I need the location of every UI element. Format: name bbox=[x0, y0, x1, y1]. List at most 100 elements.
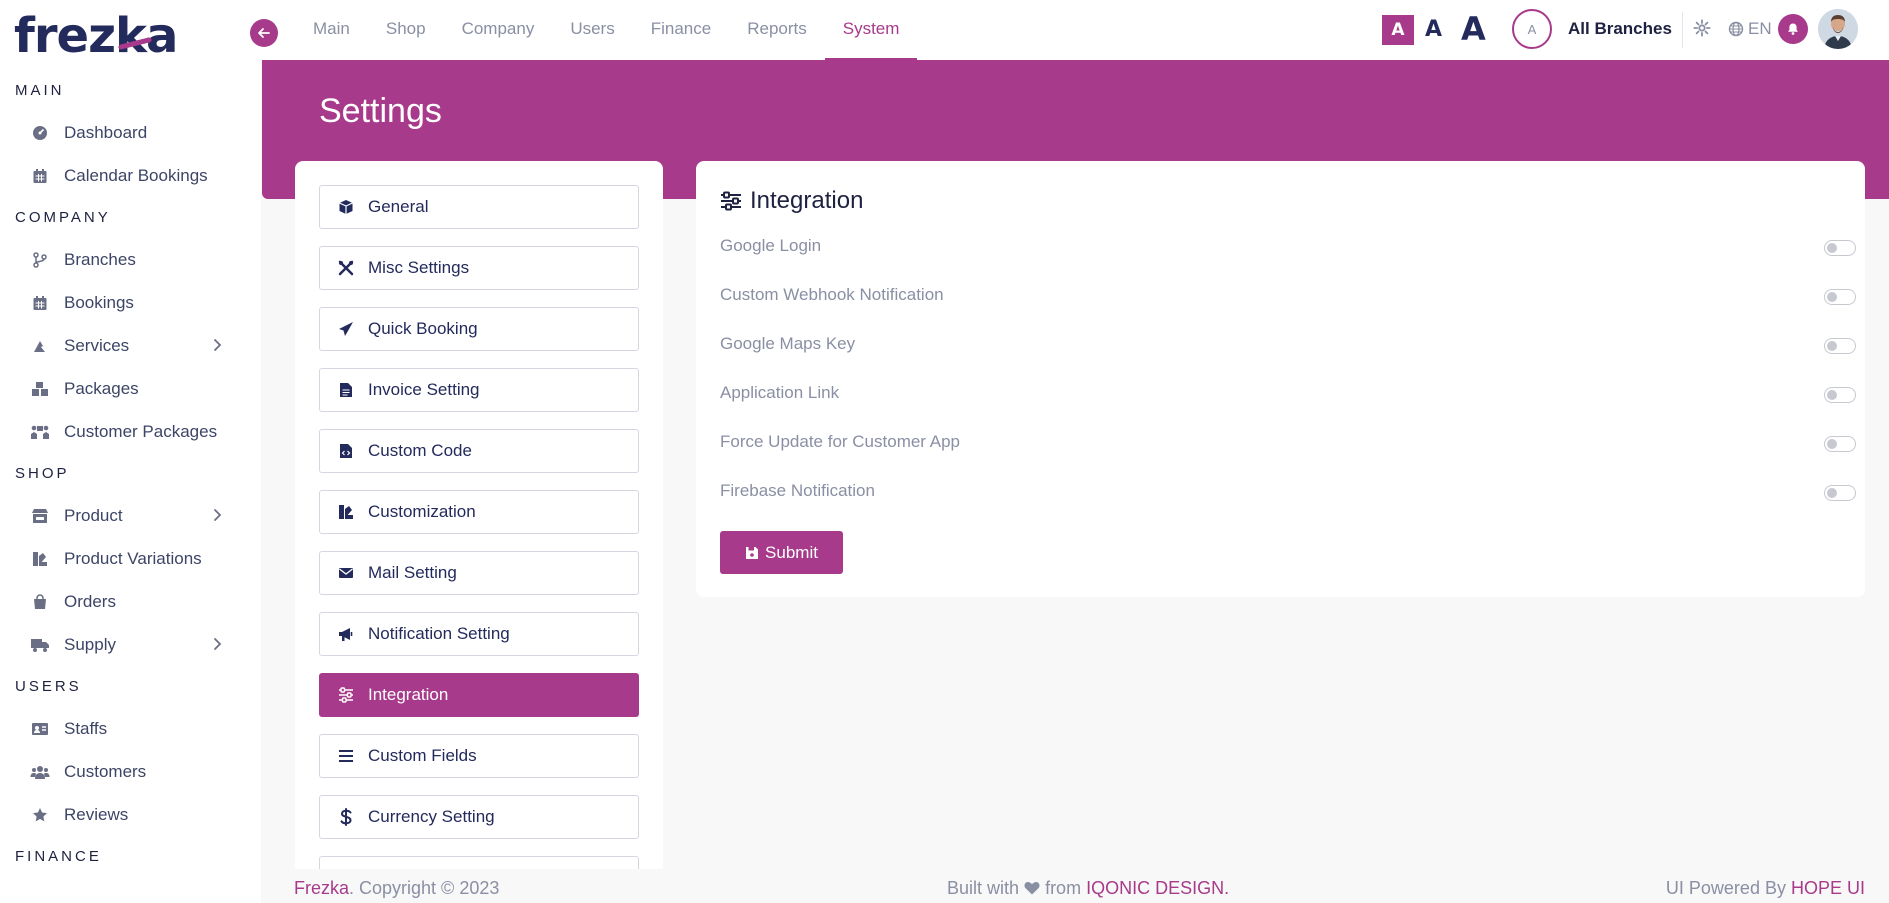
toggle-switch[interactable] bbox=[1824, 240, 1856, 256]
globe-icon bbox=[1728, 21, 1744, 37]
integration-row-google-login: Google Login bbox=[720, 232, 1856, 262]
toggle-switch[interactable] bbox=[1824, 338, 1856, 354]
footer: Frezka. Copyright © 2023 Built with from… bbox=[262, 869, 1889, 903]
packages-icon bbox=[30, 379, 50, 399]
settings-menu-invoice-setting[interactable]: Invoice Setting bbox=[319, 368, 639, 412]
notifications-button[interactable] bbox=[1778, 14, 1808, 44]
top-nav: Main Shop Company Users Finance Reports System bbox=[295, 0, 918, 60]
user-avatar[interactable] bbox=[1818, 9, 1858, 49]
tab-company[interactable]: Company bbox=[444, 0, 553, 60]
font-size-medium-button[interactable]: A bbox=[1425, 15, 1442, 45]
sidebar-section-users: USERS bbox=[15, 678, 82, 695]
settings-menu-label: Custom Fields bbox=[368, 746, 477, 765]
sidebar-item-label: Bookings bbox=[64, 292, 134, 312]
star-icon bbox=[30, 805, 50, 825]
sidebar-item-orders[interactable]: Orders bbox=[0, 580, 261, 623]
sidebar-item-calendar-bookings[interactable]: Calendar Bookings bbox=[0, 154, 261, 197]
calendar-icon bbox=[30, 293, 50, 313]
settings-menu-general[interactable]: General bbox=[319, 185, 639, 229]
tab-reports[interactable]: Reports bbox=[729, 0, 825, 60]
settings-menu-label: Custom Code bbox=[368, 441, 472, 460]
settings-menu-customization[interactable]: Customization bbox=[319, 490, 639, 534]
sidebar-item-label: Packages bbox=[64, 378, 139, 398]
sidebar-item-label: Calendar Bookings bbox=[64, 165, 208, 185]
integration-label: Application Link bbox=[720, 383, 840, 402]
sidebar-item-label: Staffs bbox=[64, 718, 108, 738]
list-icon bbox=[336, 746, 356, 766]
settings-menu-integration[interactable]: Integration bbox=[319, 673, 639, 717]
frezka-logo[interactable]: frezka bbox=[14, 8, 178, 64]
sidebar: frezka MAIN Dashboard Calendar Bookings COM… bbox=[0, 0, 261, 903]
users-icon bbox=[30, 762, 50, 782]
heart-icon bbox=[1024, 882, 1040, 895]
toggle-switch[interactable] bbox=[1824, 289, 1856, 305]
settings-menu-label: Misc Settings bbox=[368, 258, 470, 277]
integration-label: Custom Webhook Notification bbox=[720, 285, 944, 304]
integration-card: Integration Google Login Custom Webhook N… bbox=[696, 161, 1865, 597]
tools-icon bbox=[336, 258, 356, 278]
settings-menu-notification-setting[interactable]: Notification Setting bbox=[319, 612, 639, 656]
footer-brand-link[interactable]: Frezka bbox=[294, 878, 349, 898]
tab-shop[interactable]: Shop bbox=[368, 0, 444, 60]
tab-system[interactable]: System bbox=[824, 0, 918, 60]
sidebar-item-product[interactable]: Product bbox=[0, 494, 261, 537]
topbar: Main Shop Company Users Finance Reports System… bbox=[250, 0, 1889, 60]
submit-button[interactable]: Submit bbox=[720, 531, 843, 574]
sidebar-item-branches[interactable]: Branches bbox=[0, 238, 261, 281]
settings-gear-button[interactable] bbox=[1693, 19, 1711, 42]
integration-label: Force Update for Customer App bbox=[720, 432, 961, 451]
branch-avatar[interactable]: A bbox=[1512, 9, 1552, 49]
divider bbox=[1682, 12, 1683, 48]
customization-icon bbox=[336, 502, 356, 522]
branch-icon bbox=[30, 250, 50, 270]
sidebar-item-label: Branches bbox=[64, 249, 136, 269]
branch-selector[interactable]: All Branches bbox=[1568, 19, 1672, 39]
settings-menu-label: Invoice Setting bbox=[368, 380, 480, 399]
settings-menu: General Misc Settings Quick Booking Invoice… bbox=[295, 161, 663, 903]
sidebar-section-shop: SHOP bbox=[15, 465, 70, 482]
sidebar-item-label: Dashboard bbox=[64, 122, 148, 142]
sidebar-item-supply[interactable]: Supply bbox=[0, 623, 261, 666]
sidebar-item-staffs[interactable]: Staffs bbox=[0, 707, 261, 750]
settings-menu-misc-settings[interactable]: Misc Settings bbox=[319, 246, 639, 290]
chevron-right-icon bbox=[213, 337, 223, 357]
settings-menu-quick-booking[interactable]: Quick Booking bbox=[319, 307, 639, 351]
sidebar-item-services[interactable]: Services bbox=[0, 324, 261, 367]
gear-icon bbox=[1693, 19, 1711, 37]
collapse-sidebar-button[interactable] bbox=[250, 19, 278, 47]
tab-finance[interactable]: Finance bbox=[633, 0, 729, 60]
language-selector[interactable]: EN bbox=[1728, 19, 1772, 39]
settings-menu-custom-fields[interactable]: Custom Fields bbox=[319, 734, 639, 778]
bell-icon bbox=[1788, 23, 1798, 35]
hope-ui-link[interactable]: HOPE UI bbox=[1791, 878, 1865, 898]
settings-menu-label: Mail Setting bbox=[368, 563, 457, 582]
toggle-switch[interactable] bbox=[1824, 436, 1856, 452]
integration-row-firebase-notification: Firebase Notification bbox=[720, 477, 1856, 507]
sidebar-item-label: Supply bbox=[64, 634, 116, 654]
iqonic-link[interactable]: IQONIC DESIGN bbox=[1086, 878, 1224, 898]
sliders-icon bbox=[721, 191, 741, 211]
font-size-large-button[interactable]: A bbox=[1461, 10, 1486, 48]
sidebar-item-dashboard[interactable]: Dashboard bbox=[0, 111, 261, 154]
toggle-switch[interactable] bbox=[1824, 485, 1856, 501]
sidebar-item-customer-packages[interactable]: Customer Packages bbox=[0, 410, 261, 453]
sidebar-nav: MAIN Dashboard Calendar Bookings COMPANY Bra… bbox=[0, 70, 261, 877]
bag-icon bbox=[30, 592, 50, 612]
settings-menu-mail-setting[interactable]: Mail Setting bbox=[319, 551, 639, 595]
sidebar-item-bookings[interactable]: Bookings bbox=[0, 281, 261, 324]
integration-heading: Integration bbox=[720, 187, 863, 215]
sidebar-item-reviews[interactable]: Reviews bbox=[0, 793, 261, 836]
sidebar-item-packages[interactable]: Packages bbox=[0, 367, 261, 410]
font-size-small-button[interactable]: A bbox=[1382, 15, 1414, 45]
chevron-right-icon bbox=[213, 507, 223, 527]
settings-menu-custom-code[interactable]: Custom Code bbox=[319, 429, 639, 473]
id-card-icon bbox=[30, 719, 50, 739]
tab-users[interactable]: Users bbox=[552, 0, 632, 60]
settings-menu-currency-setting[interactable]: Currency Setting bbox=[319, 795, 639, 839]
sidebar-item-customers[interactable]: Customers bbox=[0, 750, 261, 793]
toggle-switch[interactable] bbox=[1824, 387, 1856, 403]
sidebar-item-product-variations[interactable]: Product Variations bbox=[0, 537, 261, 580]
paper-plane-icon bbox=[336, 319, 356, 339]
tab-main[interactable]: Main bbox=[295, 0, 368, 60]
arrow-left-icon bbox=[258, 28, 270, 38]
